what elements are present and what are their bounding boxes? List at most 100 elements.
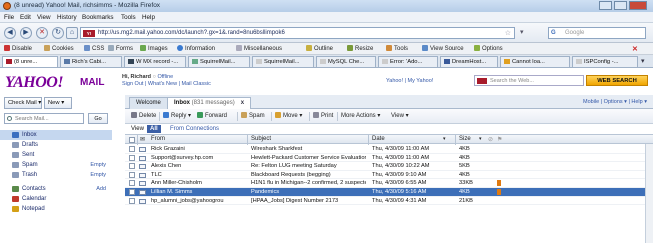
folder-notepad[interactable]: Notepad xyxy=(0,204,112,214)
go-button[interactable]: Go xyxy=(88,113,108,124)
toolbar-images[interactable]: Images xyxy=(140,45,168,52)
browser-tab[interactable]: MySQL Che... xyxy=(316,56,376,67)
message-checkbox[interactable] xyxy=(129,171,135,178)
column-subject[interactable]: Subject xyxy=(251,136,271,142)
view-button[interactable]: View ▾ xyxy=(391,112,409,119)
stop-icon[interactable]: ✕ xyxy=(36,27,48,39)
message-row[interactable]: Support@survey.hp.com Hewlett-Packard Cus… xyxy=(125,154,653,163)
close-tab-icon[interactable]: x xyxy=(241,100,244,106)
search-bar[interactable]: G Google xyxy=(548,27,646,39)
menu-tools[interactable]: Tools xyxy=(121,14,136,21)
folder-trash[interactable]: Trash Empty xyxy=(0,170,112,180)
maximize-button[interactable] xyxy=(614,1,627,10)
folder-sent[interactable]: Sent xyxy=(0,150,112,160)
view-all-button[interactable]: All xyxy=(147,125,161,133)
folder-drafts[interactable]: Drafts xyxy=(0,140,112,150)
web-search-input[interactable]: Search the Web... xyxy=(474,75,584,86)
minimize-button[interactable] xyxy=(599,1,612,10)
select-all-checkbox[interactable] xyxy=(129,137,135,143)
user-links[interactable]: Sign Out | What's New | Mail Classic xyxy=(122,81,211,87)
reply-button[interactable]: Reply ▾ xyxy=(163,112,191,119)
new-button[interactable]: New ▾ xyxy=(44,97,72,109)
toolbar-options[interactable]: Options xyxy=(474,45,503,52)
tab-inbox[interactable]: Inbox (831 messages) x xyxy=(167,97,252,109)
column-size[interactable]: Size xyxy=(459,136,471,142)
menu-history[interactable]: History xyxy=(57,14,77,21)
column-date[interactable]: Date xyxy=(372,136,385,142)
browser-tab[interactable]: Rich's Cabi... xyxy=(60,56,122,67)
empty-spam-link[interactable]: Empty xyxy=(90,162,106,168)
bookmark-star-icon[interactable]: ☆ xyxy=(505,29,511,37)
back-icon[interactable]: ◀ xyxy=(4,27,16,39)
toolbar-css[interactable]: CSS xyxy=(84,45,104,52)
browser-tab[interactable]: SquirrelMail... xyxy=(252,56,314,67)
yahoo-logo[interactable]: YAHOO! xyxy=(5,74,64,92)
spam-button[interactable]: Spam xyxy=(241,112,265,119)
toolbar-miscellaneous[interactable]: Miscellaneous xyxy=(236,45,282,52)
mobile-options-help[interactable]: Mobile | Options ▾ | Help ▾ xyxy=(583,99,647,105)
web-search-button[interactable]: WEB SEARCH xyxy=(586,75,648,86)
url-bar[interactable]: Y! http://us.mg2.mail.yahoo.com/dc/launc… xyxy=(80,27,515,39)
tab-list-icon[interactable]: ▾ xyxy=(641,57,645,65)
flag-icon[interactable] xyxy=(497,180,501,187)
message-row[interactable]: hp_alumni_jobs@yahoogrou [HPAA_Jobs] Dige… xyxy=(125,197,653,206)
message-checkbox[interactable] xyxy=(129,189,135,195)
menu-bookmarks[interactable]: Bookmarks xyxy=(82,14,114,21)
flag-icon[interactable] xyxy=(497,189,501,195)
yahoo-links[interactable]: Yahoo! | My Yahoo! xyxy=(386,78,433,84)
menu-view[interactable]: View xyxy=(37,14,51,21)
folder-calendar[interactable]: Calendar xyxy=(0,194,112,204)
vertical-scrollbar[interactable] xyxy=(645,144,653,243)
message-row[interactable]: Rick Grazaini Wireshark Sharkfest Thu, 4/3… xyxy=(125,145,653,154)
toolbar-tools[interactable]: Tools xyxy=(386,45,408,52)
message-checkbox[interactable] xyxy=(129,197,135,204)
online-status-link[interactable]: Offline xyxy=(157,74,173,80)
check-mail-button[interactable]: Check Mail ▾ xyxy=(4,97,42,109)
close-window-button[interactable] xyxy=(629,1,647,10)
browser-tab[interactable]: Cannot loa... xyxy=(500,56,570,67)
toolbar-close-icon[interactable]: ✕ xyxy=(632,45,638,53)
message-checkbox[interactable] xyxy=(129,163,135,170)
toolbar-cookies[interactable]: Cookies xyxy=(44,45,74,52)
menu-edit[interactable]: Edit xyxy=(20,14,31,21)
menu-help[interactable]: Help xyxy=(142,14,155,21)
forward-icon[interactable]: ▶ xyxy=(20,27,32,39)
print-button[interactable]: Print xyxy=(313,112,333,119)
message-row[interactable]: Alexis Chen Re: Felton LUG meeting Saturd… xyxy=(125,162,653,171)
browser-tab[interactable]: Error: 'Ado... xyxy=(378,56,438,67)
toolbar-view-source[interactable]: View Source xyxy=(422,45,464,52)
toolbar-forms[interactable]: Forms xyxy=(108,45,133,52)
dropdown-icon[interactable]: ▾ xyxy=(520,28,524,36)
toolbar-resize[interactable]: Resize xyxy=(347,45,373,52)
tab-welcome[interactable]: Welcome xyxy=(129,97,168,109)
browser-tab[interactable]: ISPConfig -... xyxy=(572,56,638,67)
toolbar-outline[interactable]: Outline xyxy=(306,45,333,52)
move-button[interactable]: Move ▾ xyxy=(275,112,302,119)
browser-tab[interactable]: W MX record -... xyxy=(124,56,186,67)
message-checkbox[interactable] xyxy=(129,180,135,187)
delete-button[interactable]: Delete xyxy=(131,112,156,119)
message-checkbox[interactable] xyxy=(129,154,135,161)
more-actions-button[interactable]: More Actions ▾ xyxy=(341,112,380,119)
message-checkbox[interactable] xyxy=(129,146,135,152)
browser-tab[interactable]: (8 unre... xyxy=(2,56,58,67)
message-row[interactable]: Lillian M. Simms Pandemics Thu, 4/30/09 5:… xyxy=(125,188,653,197)
home-icon[interactable]: ⌂ xyxy=(66,27,78,39)
folder-spam[interactable]: Spam Empty xyxy=(0,160,112,170)
folder-contacts[interactable]: Contacts Add xyxy=(0,184,112,194)
message-row[interactable]: Ann Miller-Chisholm H1N1 flu in Michigan-… xyxy=(125,179,653,188)
toolbar-disable[interactable]: Disable xyxy=(4,45,32,52)
browser-tab[interactable]: DreamHost... xyxy=(440,56,498,67)
toolbar-information[interactable]: Information xyxy=(177,45,215,52)
add-contact-link[interactable]: Add xyxy=(96,186,106,192)
column-from[interactable]: From xyxy=(151,136,165,142)
browser-tab[interactable]: SquirrelMail... xyxy=(188,56,250,67)
search-mail-input[interactable]: Search Mail... xyxy=(4,113,84,124)
from-connections-link[interactable]: From Connections xyxy=(170,126,219,132)
message-row[interactable]: TLC Blackboard Requests (begging) Thu, 4/3… xyxy=(125,171,653,180)
empty-trash-link[interactable]: Empty xyxy=(90,172,106,178)
folder-inbox[interactable]: Inbox xyxy=(0,130,112,140)
forward-button[interactable]: Forward xyxy=(197,112,227,119)
reload-icon[interactable]: ↻ xyxy=(52,27,64,39)
menu-file[interactable]: File xyxy=(4,14,14,21)
